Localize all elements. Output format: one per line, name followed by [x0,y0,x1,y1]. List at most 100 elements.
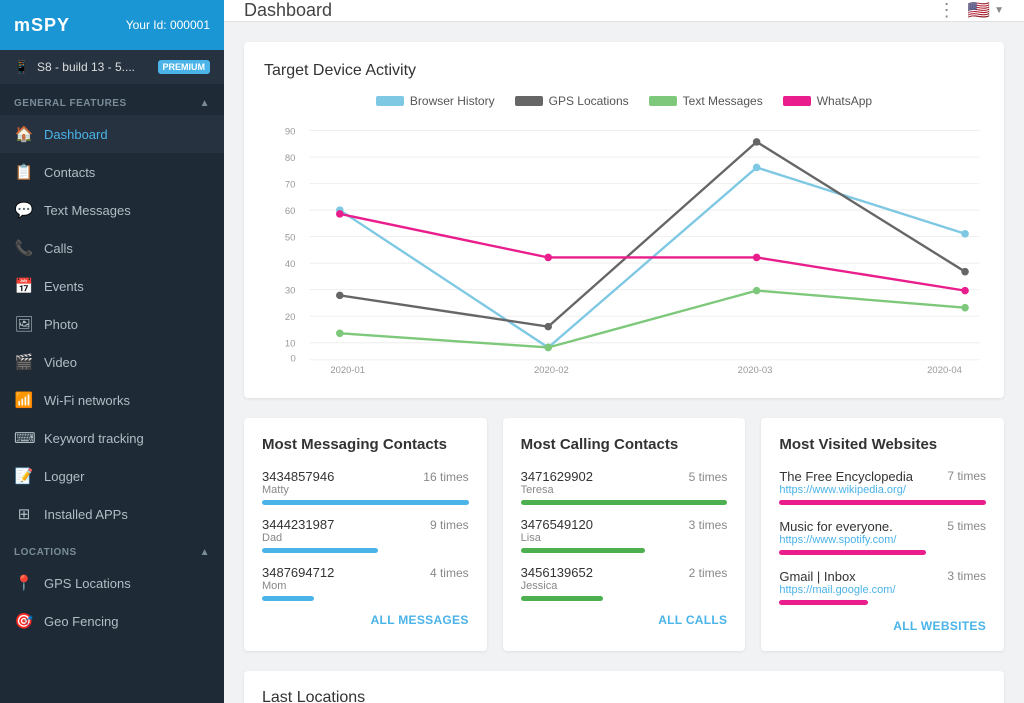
contact-number: 3434857946 [262,469,334,484]
device-row[interactable]: 📱 S8 - build 13 - 5.... PREMIUM [0,50,224,84]
contact-name-sub: Teresa [521,484,728,496]
menu-dots-icon[interactable]: ⋮ [938,0,956,21]
messaging-title: Most Messaging Contacts [262,436,469,453]
sidebar-item-events[interactable]: 📅 Events [0,267,224,305]
website-item: The Free Encyclopedia https://www.wikipe… [779,469,986,505]
svg-text:90: 90 [285,126,296,137]
website-name: Music for everyone. [779,519,896,534]
progress-bar-web-3 [779,600,868,605]
svg-text:80: 80 [285,153,296,164]
legend-sms: Text Messages [649,94,763,108]
sidebar-item-label: Logger [44,469,84,484]
device-name: S8 - build 13 - 5.... [37,60,150,74]
sidebar-item-label: Events [44,279,84,294]
progress-bar-calling-3 [521,596,604,601]
contact-number: 3476549120 [521,517,593,532]
sidebar-item-geo[interactable]: 🎯 Geo Fencing [0,602,224,640]
contact-name-sub: Matty [262,484,469,496]
contact-times: 5 times [689,470,728,484]
svg-text:40: 40 [285,259,296,270]
legend-whatsapp: WhatsApp [783,94,872,108]
page-title: Dashboard [244,0,332,21]
sidebar-item-gps[interactable]: 📍 GPS Locations [0,564,224,602]
all-messages-link[interactable]: ALL MESSAGES [262,613,469,627]
sidebar-item-dashboard[interactable]: 🏠 Dashboard [0,115,224,153]
sidebar-item-label: Wi-Fi networks [44,393,130,408]
progress-bar-messaging-3 [262,596,314,601]
website-name: Gmail | Inbox [779,569,895,584]
sidebar-item-keyword[interactable]: ⌨ Keyword tracking [0,419,224,457]
topbar: Dashboard ⋮ 🇺🇸 ▼ [224,0,1024,22]
contact-times: 9 times [430,518,469,532]
all-websites-link[interactable]: ALL WEBSITES [779,619,986,633]
sidebar-item-calls[interactable]: 📞 Calls [0,229,224,267]
contact-item: 3476549120 3 times Lisa [521,517,728,553]
website-url[interactable]: https://www.spotify.com/ [779,534,896,546]
content-area: Target Device Activity Browser History G… [224,22,1024,703]
photo-icon: 🖼 [14,315,34,333]
video-icon: 🎬 [14,353,34,371]
gps-icon: 📍 [14,574,34,592]
svg-text:0: 0 [291,354,296,365]
sidebar-header: mSPY Your Id: 000001 [0,0,224,50]
last-locations-card: Last Locations Map preview [244,671,1004,703]
calendar-icon: 📅 [14,277,34,295]
svg-text:2020-04: 2020-04 [927,365,962,376]
general-features-header: GENERAL FEATURES ▲ [0,84,224,115]
premium-badge: PREMIUM [158,60,211,74]
all-calls-link[interactable]: ALL CALLS [521,613,728,627]
sidebar-item-photo[interactable]: 🖼 Photo [0,305,224,343]
website-url[interactable]: https://mail.google.com/ [779,584,895,596]
language-selector[interactable]: 🇺🇸 ▼ [968,0,1004,21]
svg-text:2020-01: 2020-01 [330,365,365,376]
sidebar-item-label: GPS Locations [44,576,131,591]
keyboard-icon: ⌨ [14,429,34,447]
whatsapp-color [783,96,811,106]
contact-item: 3434857946 16 times Matty [262,469,469,505]
svg-text:50: 50 [285,232,296,243]
sidebar-item-label: Photo [44,317,78,332]
wifi-icon: 📶 [14,391,34,409]
website-times: 3 times [947,569,986,583]
apps-icon: ⊞ [14,505,34,523]
sidebar-item-video[interactable]: 🎬 Video [0,343,224,381]
website-times: 5 times [947,519,986,533]
svg-text:2020-02: 2020-02 [534,365,569,376]
contact-item: 3471629902 5 times Teresa [521,469,728,505]
sidebar-item-label: Geo Fencing [44,614,118,629]
sidebar: mSPY Your Id: 000001 📱 S8 - build 13 - 5… [0,0,224,703]
websites-title: Most Visited Websites [779,436,986,453]
websites-card: Most Visited Websites The Free Encyclope… [761,418,1004,651]
svg-text:20: 20 [285,312,296,323]
sidebar-item-contacts[interactable]: 📋 Contacts [0,153,224,191]
chart-legend: Browser History GPS Locations Text Messa… [264,94,984,108]
home-icon: 🏠 [14,125,34,143]
stats-grid: Most Messaging Contacts 3434857946 16 ti… [244,418,1004,651]
progress-bar-messaging-1 [262,500,469,505]
logger-icon: 📝 [14,467,34,485]
user-id: Your Id: 000001 [126,18,210,32]
legend-gps: GPS Locations [515,94,629,108]
chart-title: Target Device Activity [264,62,984,80]
svg-text:30: 30 [285,285,296,296]
contact-number: 3487694712 [262,565,334,580]
calling-title: Most Calling Contacts [521,436,728,453]
svg-text:70: 70 [285,179,296,190]
sidebar-item-text-messages[interactable]: 💬 Text Messages [0,191,224,229]
legend-sms-label: Text Messages [683,94,763,108]
device-icon: 📱 [14,60,29,74]
website-url[interactable]: https://www.wikipedia.org/ [779,484,913,496]
contact-item: 3456139652 2 times Jessica [521,565,728,601]
legend-gps-label: GPS Locations [549,94,629,108]
flag-icon: 🇺🇸 [968,0,990,21]
activity-chart-card: Target Device Activity Browser History G… [244,42,1004,398]
progress-bar-calling-1 [521,500,728,505]
contact-times: 16 times [423,470,468,484]
sidebar-item-installed-apps[interactable]: ⊞ Installed APPs [0,495,224,533]
sidebar-item-logger[interactable]: 📝 Logger [0,457,224,495]
calling-contacts-card: Most Calling Contacts 3471629902 5 times… [503,418,746,651]
messaging-contacts-card: Most Messaging Contacts 3434857946 16 ti… [244,418,487,651]
contact-name-sub: Dad [262,532,469,544]
sidebar-item-wifi[interactable]: 📶 Wi-Fi networks [0,381,224,419]
contact-times: 2 times [689,566,728,580]
